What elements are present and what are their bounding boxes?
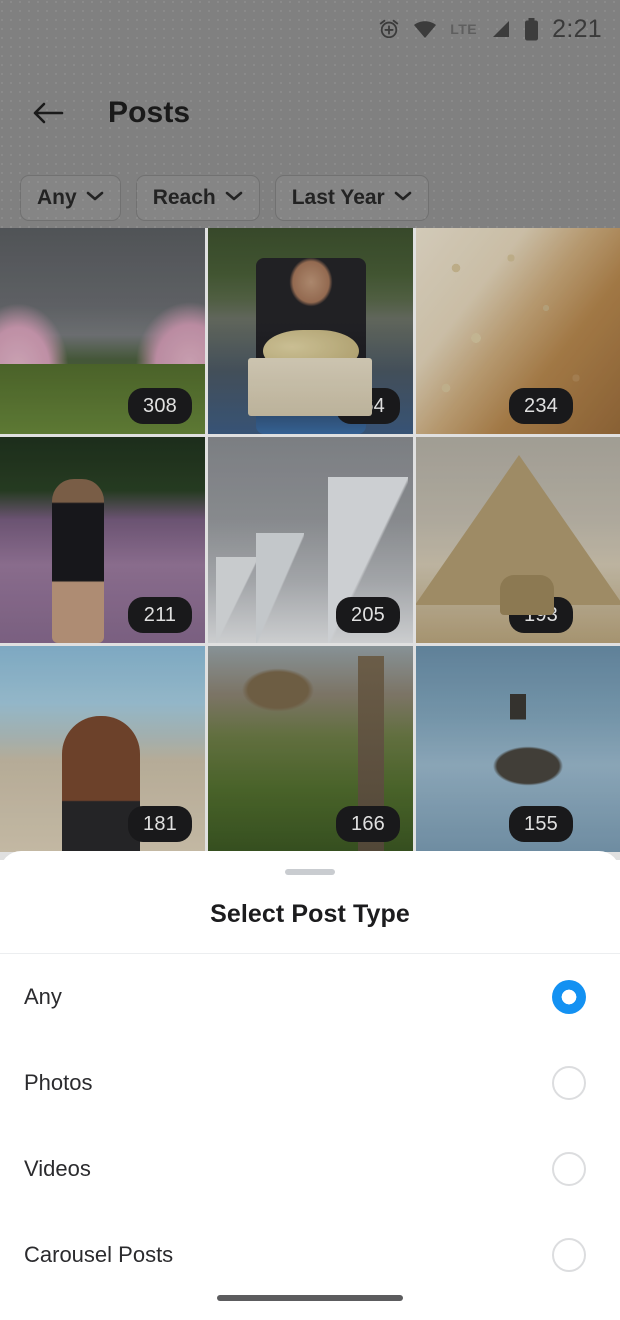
- filter-chip-timeframe[interactable]: Last Year: [274, 175, 429, 221]
- posts-grid-row: 211 205 193: [0, 437, 620, 643]
- posts-grid: 308 264 234 211 205 193 181 166 155: [0, 228, 620, 860]
- post-metric-badge: 211: [128, 597, 192, 633]
- post-thumbnail[interactable]: 211: [0, 437, 205, 643]
- post-type-option[interactable]: Any: [0, 954, 620, 1040]
- post-metric-badge: 166: [336, 806, 400, 842]
- post-thumbnail[interactable]: 308: [0, 228, 205, 434]
- chip-label: Last Year: [291, 186, 385, 209]
- radio-button-selected[interactable]: [552, 980, 586, 1014]
- page-title: Posts: [108, 96, 191, 129]
- post-thumbnail[interactable]: 193: [416, 437, 620, 643]
- post-type-option-label: Photos: [24, 1070, 93, 1095]
- radio-button[interactable]: [552, 1238, 586, 1272]
- filter-chip-post-type[interactable]: Any: [20, 175, 121, 221]
- post-image: [416, 437, 620, 643]
- post-metric-badge: 234: [509, 388, 573, 424]
- filter-chip-metric[interactable]: Reach: [135, 175, 260, 221]
- post-type-option-list: Any Photos Videos Carousel Posts: [0, 954, 620, 1298]
- chip-label: Any: [37, 186, 77, 209]
- add-alarm-icon: [378, 18, 400, 40]
- post-type-bottom-sheet: Select Post Type Any Photos Videos Carousel…: [0, 851, 620, 1320]
- filter-chip-row: Any Reach Last Year: [0, 172, 620, 224]
- decorative-shape: [248, 358, 372, 416]
- post-thumbnail[interactable]: 205: [208, 437, 413, 643]
- post-thumbnail[interactable]: 155: [416, 646, 620, 852]
- post-type-option-label: Videos: [24, 1156, 91, 1181]
- post-metric-badge: 205: [336, 597, 400, 633]
- posts-grid-row: 308 264 234: [0, 228, 620, 434]
- battery-icon: [524, 17, 539, 41]
- post-type-option[interactable]: Videos: [0, 1126, 620, 1212]
- post-type-option-label: Any: [24, 984, 62, 1009]
- sheet-drag-handle[interactable]: [285, 869, 335, 875]
- system-navigation-bar: [0, 1276, 620, 1320]
- posts-grid-row: 181 166 155: [0, 646, 620, 852]
- post-thumbnail[interactable]: 264: [208, 228, 413, 434]
- cellular-signal-icon: [490, 19, 511, 39]
- post-type-option[interactable]: Photos: [0, 1040, 620, 1126]
- chevron-down-icon: [225, 189, 243, 207]
- post-type-option-label: Carousel Posts: [24, 1242, 174, 1267]
- status-bar: LTE 2:21: [0, 0, 620, 58]
- radio-button[interactable]: [552, 1066, 586, 1100]
- phone-screen: 308 264 234 211 205 193 181 166 155 LTE 2:21 Pos…: [0, 0, 620, 1320]
- chip-label: Reach: [152, 186, 216, 209]
- post-metric-badge: 308: [128, 388, 192, 424]
- app-header: Posts: [0, 58, 620, 168]
- post-metric-badge: 155: [509, 806, 573, 842]
- decorative-shape: [500, 575, 554, 615]
- status-time: 2:21: [552, 14, 602, 43]
- home-gesture-pill[interactable]: [217, 1295, 403, 1301]
- back-arrow-icon[interactable]: [26, 91, 70, 135]
- radio-button[interactable]: [552, 1152, 586, 1186]
- lte-icon: LTE: [450, 21, 478, 37]
- sheet-title: Select Post Type: [210, 900, 410, 928]
- post-thumbnail[interactable]: 181: [0, 646, 205, 852]
- chevron-down-icon: [86, 189, 104, 207]
- post-thumbnail[interactable]: 166: [208, 646, 413, 852]
- post-metric-badge: 181: [128, 806, 192, 842]
- wifi-icon: [413, 19, 437, 39]
- post-thumbnail[interactable]: 234: [416, 228, 620, 434]
- chevron-down-icon: [394, 189, 412, 207]
